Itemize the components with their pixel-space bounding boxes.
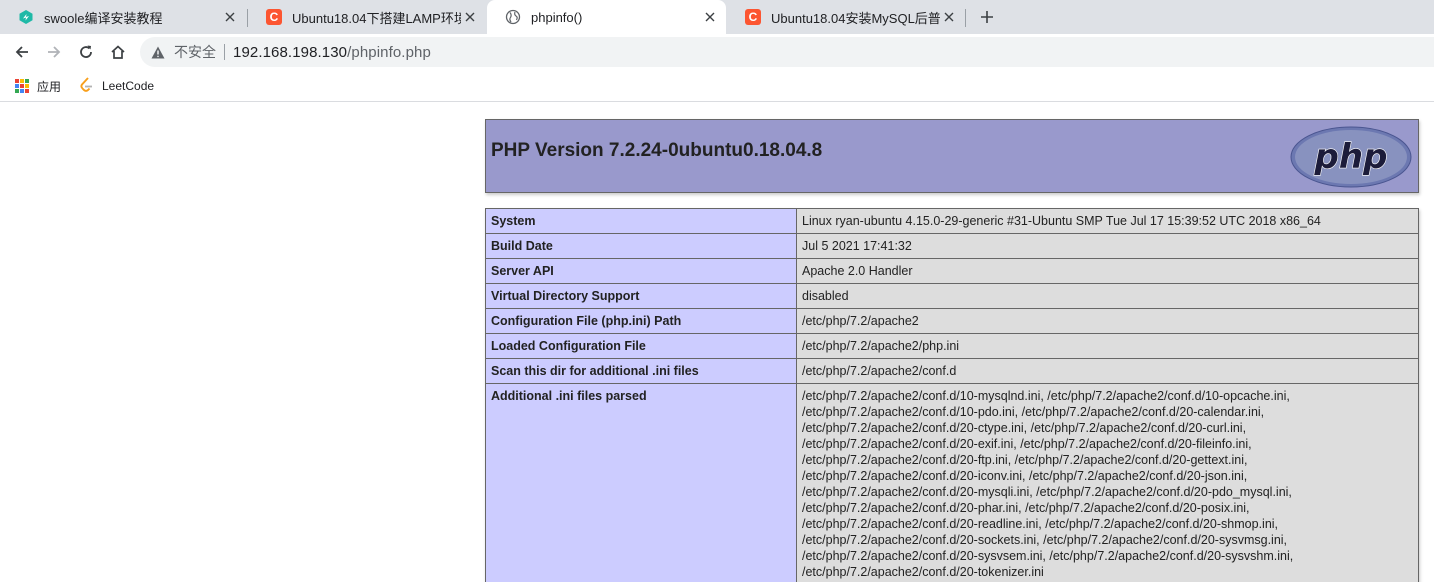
info-value-line: Linux ryan-ubuntu 4.15.0-29-generic #31-… <box>802 214 1321 228</box>
close-icon[interactable] <box>940 7 958 27</box>
info-value-line: /etc/php/7.2/apache2/conf.d/10-pdo.ini, … <box>802 405 1265 419</box>
page-title: PHP Version 7.2.24-0ubuntu0.18.04.8 <box>491 140 823 161</box>
table-row: Server API Apache 2.0 Handler <box>485 258 1419 284</box>
close-icon[interactable] <box>700 7 720 27</box>
info-value-line: /etc/php/7.2/apache2/conf.d/20-readline.… <box>802 517 1279 531</box>
info-value-line: /etc/php/7.2/apache2/php.ini <box>802 339 960 353</box>
info-key: Virtual Directory Support <box>485 283 797 309</box>
info-value-line: /etc/php/7.2/apache2/conf.d/20-mysqli.in… <box>802 485 1292 499</box>
info-key: Build Date <box>485 233 797 259</box>
close-icon[interactable] <box>461 7 480 27</box>
svg-text:php: php <box>1314 137 1388 177</box>
plus-icon <box>981 11 993 23</box>
info-key: Server API <box>485 258 797 284</box>
bookmark-label: 应用 <box>37 79 62 94</box>
address-divider <box>224 44 225 60</box>
info-value-line: Apache 2.0 Handler <box>802 264 913 278</box>
info-value-line: /etc/php/7.2/apache2/conf.d/20-exif.ini,… <box>802 437 1252 451</box>
tab-mysql-guide[interactable]: C Ubuntu18.04安装MySQL后普通 <box>727 0 964 34</box>
info-value-line: /etc/php/7.2/apache2/conf.d/20-iconv.ini… <box>802 469 1248 483</box>
info-value-line: /etc/php/7.2/apache2/conf.d/20-ctype.ini… <box>802 421 1247 435</box>
tab-swoole[interactable]: swoole编译安装教程 <box>0 0 246 34</box>
bookmarks-bar: 应用 LeetCode <box>0 70 1434 102</box>
info-value-line: /etc/php/7.2/apache2/conf.d <box>802 364 957 378</box>
table-row: Additional .ini files parsed/etc/php/7.2… <box>485 383 1419 582</box>
php-info-table: System Linux ryan-ubuntu 4.15.0-29-generi… <box>485 208 1419 582</box>
php-logo[interactable]: php <box>1290 126 1412 188</box>
csdn-icon: C <box>266 9 282 25</box>
info-value: /etc/php/7.2/apache2 <box>796 308 1419 334</box>
url-host: 192.168.198.130 <box>233 43 348 61</box>
tab-lamp-guide[interactable]: C Ubuntu18.04下搭建LAMP环境_ <box>248 0 485 34</box>
address-bar[interactable]: 不安全 192.168.198.130/phpinfo.php <box>140 37 1434 67</box>
reload-button[interactable] <box>72 38 100 66</box>
info-value: /etc/php/7.2/apache2/conf.d <box>796 358 1419 384</box>
tab-strip: swoole编译安装教程 C Ubuntu18.04下搭建LAMP环境_ php… <box>0 0 1434 34</box>
info-value-line: /etc/php/7.2/apache2/conf.d/20-tokenizer… <box>802 565 1044 579</box>
tab-divider <box>965 9 966 27</box>
info-key: Loaded Configuration File <box>485 333 797 359</box>
home-icon <box>111 45 125 59</box>
info-key: Scan this dir for additional .ini files <box>485 358 797 384</box>
table-row: Build Date Jul 5 2021 17:41:32 <box>485 233 1419 259</box>
leetcode-icon <box>79 76 94 96</box>
bookmark-label: LeetCode <box>102 79 155 93</box>
forward-button[interactable] <box>40 38 68 66</box>
browser-toolbar: 不安全 192.168.198.130/phpinfo.php <box>0 34 1434 70</box>
url-path: /phpinfo.php <box>347 43 431 61</box>
new-tab-button[interactable] <box>975 5 999 29</box>
info-value: Apache 2.0 Handler <box>796 258 1419 284</box>
info-value-line: /etc/php/7.2/apache2/conf.d/10-mysqlnd.i… <box>802 389 1290 403</box>
warning-icon[interactable] <box>150 44 166 60</box>
table-row: Configuration File (php.ini) Path/etc/ph… <box>485 308 1419 334</box>
bookmark-apps[interactable]: 应用 <box>15 76 61 96</box>
home-button[interactable] <box>104 38 132 66</box>
tab-title: phpinfo() <box>531 9 583 25</box>
page-content: PHP Version 7.2.24-0ubuntu0.18.04.8 php … <box>0 103 1434 582</box>
url-text[interactable]: 192.168.198.130/phpinfo.php <box>233 44 431 61</box>
info-value-line: Jul 5 2021 17:41:32 <box>802 239 912 253</box>
table-row: System Linux ryan-ubuntu 4.15.0-29-generi… <box>485 208 1419 234</box>
info-value: disabled <box>796 283 1419 309</box>
arrow-left-icon <box>15 46 28 58</box>
reload-icon <box>80 45 92 58</box>
tab-phpinfo[interactable]: phpinfo() <box>487 0 726 34</box>
info-key: Configuration File (php.ini) Path <box>485 308 797 334</box>
info-value-line: /etc/php/7.2/apache2/conf.d/20-phar.ini,… <box>802 501 1250 515</box>
arrow-right-icon <box>48 46 61 58</box>
swoole-icon <box>18 9 34 25</box>
apps-grid-icon <box>15 79 29 93</box>
back-button[interactable] <box>8 38 36 66</box>
info-value-line: /etc/php/7.2/apache2 <box>802 314 919 328</box>
info-value-line: /etc/php/7.2/apache2/conf.d/20-sysvsem.i… <box>802 549 1294 563</box>
table-row: Scan this dir for additional .ini files /… <box>485 358 1419 384</box>
info-value: Linux ryan-ubuntu 4.15.0-29-generic #31-… <box>796 208 1419 234</box>
bookmark-leetcode[interactable]: LeetCode <box>79 76 154 96</box>
info-value: Jul 5 2021 17:41:32 <box>796 233 1419 259</box>
close-icon[interactable] <box>220 7 240 27</box>
globe-icon <box>505 9 521 25</box>
info-value-line: /etc/php/7.2/apache2/conf.d/20-ftp.ini, … <box>802 453 1248 467</box>
table-row: Loaded Configuration File/etc/php/7.2/ap… <box>485 333 1419 359</box>
tab-title: Ubuntu18.04下搭建LAMP环境_ <box>292 10 461 26</box>
table-row: Virtual Directory Support disabled <box>485 283 1419 309</box>
info-value: /etc/php/7.2/apache2/php.ini <box>796 333 1419 359</box>
info-key: Additional .ini files parsed <box>485 383 797 582</box>
tab-title: Ubuntu18.04安装MySQL后普通 <box>771 10 940 26</box>
php-version-header: PHP Version 7.2.24-0ubuntu0.18.04.8 php <box>485 119 1419 193</box>
info-key: System <box>485 208 797 234</box>
security-status[interactable]: 不安全 <box>174 42 216 62</box>
tab-title: swoole编译安装教程 <box>44 10 163 26</box>
info-value: /etc/php/7.2/apache2/conf.d/10-mysqlnd.i… <box>796 383 1419 582</box>
csdn-icon: C <box>745 9 761 25</box>
info-value-line: /etc/php/7.2/apache2/conf.d/20-sockets.i… <box>802 533 1288 547</box>
info-value-line: disabled <box>802 289 849 303</box>
